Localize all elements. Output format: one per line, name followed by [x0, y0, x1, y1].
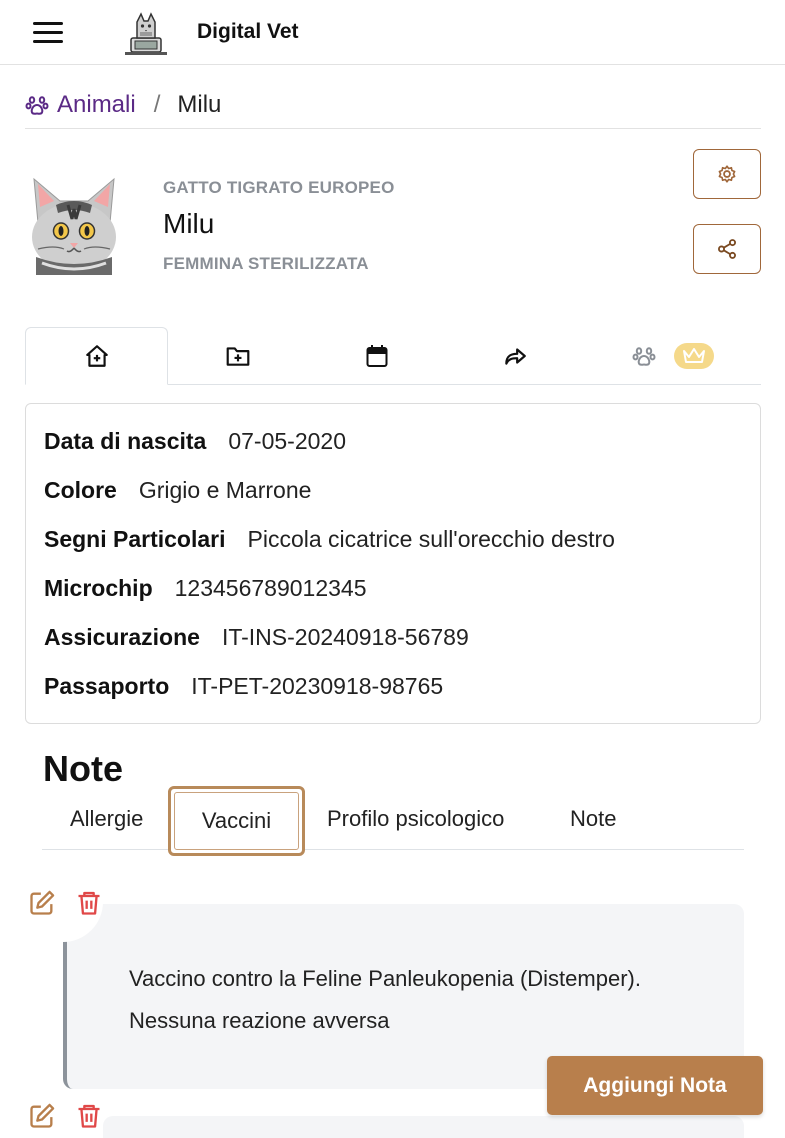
share-button[interactable]: [693, 224, 761, 274]
tab-home[interactable]: [25, 327, 168, 385]
detail-row: Microchip 123456789012345: [44, 575, 367, 602]
folder-add-icon: [226, 347, 250, 366]
divider: [42, 849, 744, 850]
detail-label: Assicurazione: [44, 624, 200, 650]
detail-value: Grigio e Marrone: [138, 477, 312, 503]
tab-profilo-psicologico[interactable]: Profilo psicologico: [327, 806, 504, 832]
tab-vaccini-label: Vaccini: [174, 792, 299, 850]
premium-badge: [673, 343, 714, 369]
note-text: Vaccino contro la Feline Panleukopenia (…: [129, 966, 641, 1033]
crown-icon: [682, 348, 705, 363]
tab-vaccini[interactable]: Vaccini: [168, 786, 305, 856]
note-card: [103, 1116, 744, 1138]
detail-label: Colore: [44, 477, 117, 503]
tab-share[interactable]: [446, 327, 584, 385]
detail-row: Colore Grigio e Marrone: [44, 477, 311, 504]
detail-value: 07-05-2020: [228, 428, 346, 454]
breadcrumb-current: Milu: [177, 91, 222, 118]
add-note-button[interactable]: Aggiungi Nota: [547, 1056, 763, 1115]
notes-title: Note: [43, 748, 123, 789]
detail-row: Segni Particolari Piccola cicatrice sull'…: [44, 526, 615, 553]
tab-premium[interactable]: [584, 327, 761, 385]
top-bar: Digital Vet: [0, 0, 785, 65]
detail-value: Piccola cicatrice sull'orecchio destro: [247, 526, 615, 552]
pet-details-card: Data di nascita 07-05-2020 Colore Grigio e…: [25, 403, 761, 724]
detail-label: Microchip: [44, 575, 153, 601]
pet-tabs: [25, 327, 761, 385]
trash-icon[interactable]: [75, 889, 103, 917]
breadcrumb: Animali / Milu: [25, 89, 221, 121]
calendar-icon: [366, 345, 388, 367]
share-icon: [718, 239, 736, 259]
settings-button[interactable]: [693, 149, 761, 199]
detail-label: Data di nascita: [44, 428, 207, 454]
detail-label: Segni Particolari: [44, 526, 226, 552]
breadcrumb-separator: /: [153, 91, 161, 118]
detail-value: IT-PET-20230918-98765: [191, 673, 444, 699]
home-add-icon: [85, 345, 108, 367]
tab-note[interactable]: Note: [570, 806, 616, 832]
pet-name: Milu: [163, 208, 215, 239]
app-logo: [125, 12, 167, 55]
detail-value: IT-INS-20240918-56789: [221, 624, 469, 650]
edit-icon[interactable]: [28, 1102, 56, 1130]
paw-icon: [632, 347, 655, 366]
share-arrow-icon: [505, 348, 526, 365]
menu-icon[interactable]: [33, 20, 65, 46]
divider: [25, 128, 761, 129]
detail-row: Data di nascita 07-05-2020: [44, 428, 346, 455]
trash-icon[interactable]: [75, 1102, 103, 1130]
detail-label: Passaporto: [44, 673, 170, 699]
pet-breed: GATTO TIGRATO EUROPEO: [163, 178, 395, 197]
pet-avatar: [32, 177, 116, 275]
tab-documents[interactable]: [168, 327, 308, 385]
detail-row: Passaporto IT-PET-20230918-98765: [44, 673, 443, 700]
paw-icon: [25, 96, 49, 115]
edit-icon[interactable]: [28, 889, 56, 917]
breadcrumb-link-animali[interactable]: Animali: [57, 91, 136, 119]
gear-icon: [718, 165, 736, 183]
pet-sex: FEMMINA STERILIZZATA: [163, 254, 369, 273]
tab-allergie[interactable]: Allergie: [70, 806, 143, 832]
app-title: Digital Vet: [197, 20, 299, 43]
detail-row: Assicurazione IT-INS-20240918-56789: [44, 624, 469, 651]
detail-value: 123456789012345: [174, 575, 367, 601]
tab-calendar[interactable]: [308, 327, 446, 385]
